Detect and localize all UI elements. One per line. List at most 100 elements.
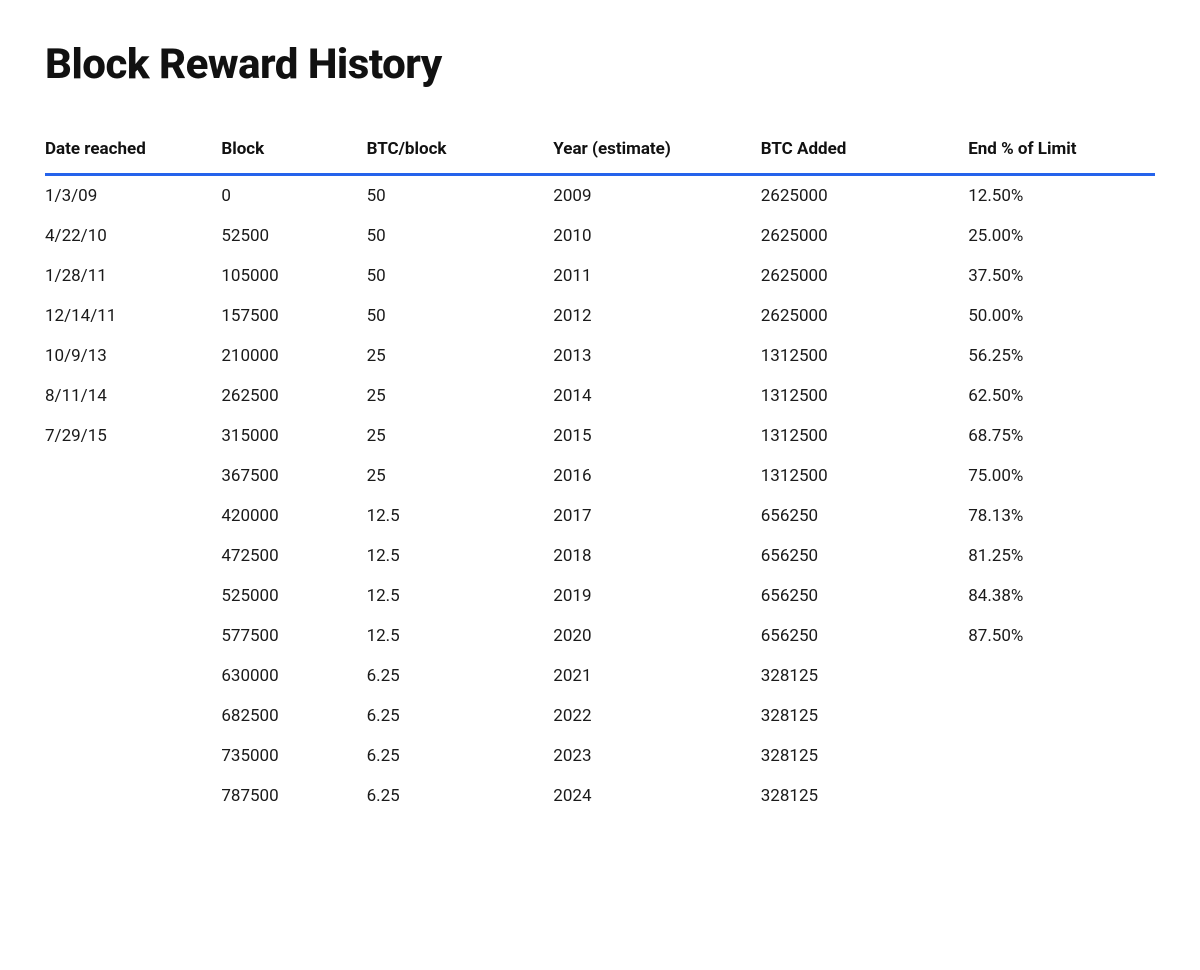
table-header: Date reached Block BTC/block Year (estim… [45, 129, 1155, 175]
table-row: 1/3/090502009262500012.50% [45, 175, 1155, 217]
table-row: 367500252016131250075.00% [45, 456, 1155, 496]
cell-end_pct [968, 656, 1155, 696]
col-date-reached: Date reached [45, 129, 221, 175]
cell-btc_per_block: 12.5 [367, 576, 554, 616]
cell-end_pct: 68.75% [968, 416, 1155, 456]
cell-year: 2018 [553, 536, 760, 576]
cell-date: 4/22/10 [45, 216, 221, 256]
cell-end_pct: 81.25% [968, 536, 1155, 576]
cell-btc_per_block: 50 [367, 296, 554, 336]
cell-end_pct [968, 776, 1155, 816]
cell-year: 2011 [553, 256, 760, 296]
cell-end_pct: 62.50% [968, 376, 1155, 416]
col-block: Block [221, 129, 366, 175]
cell-year: 2022 [553, 696, 760, 736]
col-year-estimate: Year (estimate) [553, 129, 760, 175]
cell-block: 262500 [221, 376, 366, 416]
col-btc-added: BTC Added [761, 129, 968, 175]
cell-btc_per_block: 6.25 [367, 776, 554, 816]
table-row: 7875006.252024328125 [45, 776, 1155, 816]
cell-btc_added: 2625000 [761, 256, 968, 296]
cell-btc_added: 656250 [761, 616, 968, 656]
cell-btc_per_block: 50 [367, 175, 554, 217]
cell-btc_added: 1312500 [761, 456, 968, 496]
cell-date [45, 696, 221, 736]
cell-end_pct [968, 696, 1155, 736]
cell-year: 2014 [553, 376, 760, 416]
block-reward-table-container: Date reached Block BTC/block Year (estim… [45, 129, 1155, 816]
cell-btc_per_block: 6.25 [367, 736, 554, 776]
cell-btc_per_block: 12.5 [367, 616, 554, 656]
cell-year: 2024 [553, 776, 760, 816]
table-row: 47250012.5201865625081.25% [45, 536, 1155, 576]
cell-end_pct: 84.38% [968, 576, 1155, 616]
cell-date: 1/3/09 [45, 175, 221, 217]
cell-btc_per_block: 6.25 [367, 696, 554, 736]
cell-block: 735000 [221, 736, 366, 776]
cell-btc_per_block: 25 [367, 456, 554, 496]
cell-block: 787500 [221, 776, 366, 816]
cell-date [45, 736, 221, 776]
cell-block: 420000 [221, 496, 366, 536]
cell-date [45, 776, 221, 816]
cell-year: 2017 [553, 496, 760, 536]
cell-date [45, 456, 221, 496]
cell-date: 10/9/13 [45, 336, 221, 376]
cell-btc_per_block: 25 [367, 376, 554, 416]
cell-date: 1/28/11 [45, 256, 221, 296]
cell-btc_per_block: 25 [367, 416, 554, 456]
cell-btc_per_block: 6.25 [367, 656, 554, 696]
cell-btc_added: 1312500 [761, 336, 968, 376]
cell-block: 682500 [221, 696, 366, 736]
cell-btc_added: 656250 [761, 576, 968, 616]
cell-end_pct: 78.13% [968, 496, 1155, 536]
cell-btc_per_block: 12.5 [367, 536, 554, 576]
cell-block: 105000 [221, 256, 366, 296]
cell-year: 2023 [553, 736, 760, 776]
cell-block: 315000 [221, 416, 366, 456]
cell-end_pct: 87.50% [968, 616, 1155, 656]
cell-btc_per_block: 12.5 [367, 496, 554, 536]
table-row: 12/14/11157500502012262500050.00% [45, 296, 1155, 336]
cell-end_pct: 25.00% [968, 216, 1155, 256]
cell-date [45, 536, 221, 576]
cell-btc_per_block: 50 [367, 256, 554, 296]
cell-end_pct: 37.50% [968, 256, 1155, 296]
cell-btc_added: 1312500 [761, 376, 968, 416]
cell-year: 2013 [553, 336, 760, 376]
cell-end_pct: 56.25% [968, 336, 1155, 376]
cell-block: 157500 [221, 296, 366, 336]
header-row: Date reached Block BTC/block Year (estim… [45, 129, 1155, 175]
cell-block: 0 [221, 175, 366, 217]
table-row: 6300006.252021328125 [45, 656, 1155, 696]
cell-btc_added: 2625000 [761, 216, 968, 256]
cell-end_pct: 75.00% [968, 456, 1155, 496]
table-row: 7350006.252023328125 [45, 736, 1155, 776]
cell-end_pct [968, 736, 1155, 776]
table-row: 10/9/13210000252013131250056.25% [45, 336, 1155, 376]
cell-block: 577500 [221, 616, 366, 656]
table-row: 4/22/1052500502010262500025.00% [45, 216, 1155, 256]
cell-end_pct: 50.00% [968, 296, 1155, 336]
cell-block: 525000 [221, 576, 366, 616]
col-btc-per-block: BTC/block [367, 129, 554, 175]
cell-date [45, 656, 221, 696]
page-title: Block Reward History [45, 40, 1155, 89]
cell-date [45, 616, 221, 656]
cell-btc_added: 328125 [761, 696, 968, 736]
cell-year: 2015 [553, 416, 760, 456]
cell-year: 2010 [553, 216, 760, 256]
cell-end_pct: 12.50% [968, 175, 1155, 217]
table-row: 6825006.252022328125 [45, 696, 1155, 736]
table-row: 1/28/11105000502011262500037.50% [45, 256, 1155, 296]
cell-btc_added: 656250 [761, 536, 968, 576]
cell-date [45, 576, 221, 616]
table-row: 52500012.5201965625084.38% [45, 576, 1155, 616]
cell-year: 2016 [553, 456, 760, 496]
table-body: 1/3/090502009262500012.50%4/22/105250050… [45, 175, 1155, 817]
cell-btc_per_block: 25 [367, 336, 554, 376]
cell-year: 2019 [553, 576, 760, 616]
cell-btc_added: 328125 [761, 656, 968, 696]
cell-block: 630000 [221, 656, 366, 696]
cell-date: 8/11/14 [45, 376, 221, 416]
